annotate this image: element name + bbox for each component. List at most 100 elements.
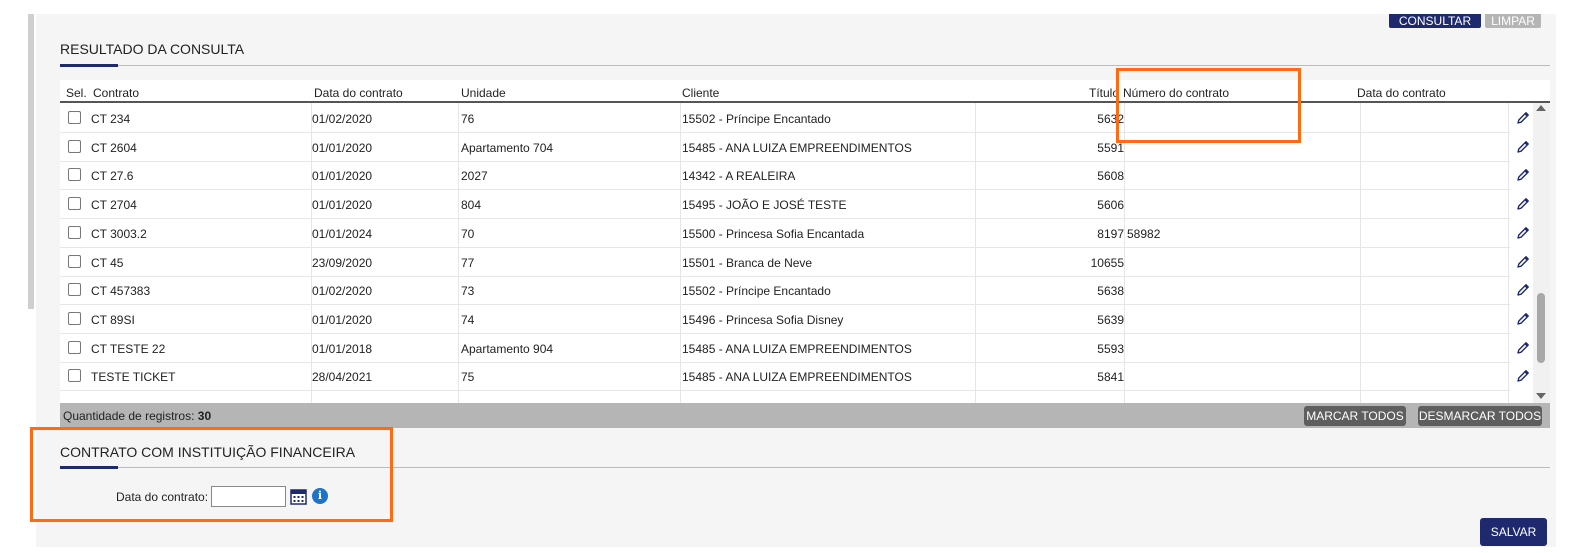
grid-scrollbar[interactable] (1533, 103, 1550, 403)
cell-cliente: 15485 - ANA LUIZA EMPREENDIMENTOS (682, 140, 912, 155)
cell-unidade: 77 (461, 255, 475, 270)
cell-unidade: Apartamento 704 (461, 140, 554, 155)
cell-titulo: 5632 (1097, 112, 1124, 126)
row-checkbox[interactable] (68, 111, 81, 124)
cell-cliente: 15485 - ANA LUIZA EMPREENDIMENTOS (682, 341, 912, 356)
header-contrato[interactable]: Contrato (93, 86, 139, 100)
cell-contrato: CT 3003.2 (91, 226, 147, 241)
row-checkbox[interactable] (68, 254, 81, 268)
limpar-button[interactable]: LIMPAR (1485, 14, 1541, 28)
table-row[interactable]: CT 3003.2 01/01/2024 70 15500 - Princesa So… (60, 219, 1529, 248)
cell-cliente: 14342 - A REALEIRA (682, 169, 796, 184)
left-scroll-track (28, 14, 34, 309)
cell-data-contrato: 28/04/2021 (312, 370, 373, 385)
cell-titulo: 10655 (1090, 255, 1124, 270)
edit-pencil-icon[interactable] (1515, 139, 1531, 155)
cell-contrato: CT 234 (91, 112, 131, 126)
row-checkbox[interactable] (68, 311, 81, 325)
cell-unidade: 76 (461, 112, 475, 126)
grid-header: Sel. Contrato Data do contrato Unidade C… (60, 80, 1550, 103)
result-grid: Sel. Contrato Data do contrato Unidade C… (60, 80, 1550, 428)
cell-unidade: 74 (461, 312, 475, 327)
highlight-numero-contrato (1116, 68, 1301, 143)
header-unidade[interactable]: Unidade (461, 86, 506, 100)
salvar-button[interactable]: SALVAR (1480, 518, 1547, 546)
header-cliente[interactable]: Cliente (682, 86, 719, 100)
cell-contrato: CT 2604 (91, 140, 137, 155)
header-sel[interactable]: Sel. (66, 86, 87, 100)
edit-pencil-icon[interactable] (1515, 254, 1531, 270)
row-checkbox[interactable] (68, 225, 81, 239)
edit-pencil-icon[interactable] (1515, 167, 1531, 183)
scroll-down-arrow-icon[interactable] (1536, 393, 1546, 399)
cell-unidade: 75 (461, 370, 475, 385)
cell-titulo: 5591 (1097, 140, 1124, 155)
cell-contrato: CT 27.6 (91, 169, 134, 184)
cell-data-contrato: 01/02/2020 (312, 112, 373, 126)
cell-contrato: CT TESTE 22 (91, 341, 166, 356)
row-checkbox[interactable] (68, 139, 81, 153)
scroll-up-arrow-icon[interactable] (1536, 105, 1546, 111)
edit-pencil-icon[interactable] (1515, 340, 1531, 356)
cell-contrato: CT 89SI (91, 312, 135, 327)
row-checkbox[interactable] (68, 340, 81, 354)
cell-cliente: 15485 - ANA LUIZA EMPREENDIMENTOS (682, 370, 912, 385)
record-count-label: Quantidade de registros: (63, 409, 195, 423)
cell-data-contrato: 23/09/2020 (312, 255, 373, 270)
result-section-accent (60, 64, 118, 67)
cell-data-contrato: 01/01/2020 (312, 140, 373, 155)
grid-footer: Quantidade de registros: 30 MARCAR TODOS… (60, 403, 1550, 428)
row-checkbox[interactable] (68, 369, 81, 383)
row-checkbox[interactable] (68, 197, 81, 211)
cell-cliente: 15495 - JOÃO E JOSÉ TESTE (682, 198, 847, 213)
cell-contrato: TESTE TICKET (91, 370, 176, 385)
cell-data-contrato: 01/02/2020 (312, 284, 373, 299)
desmarcar-todos-button[interactable]: DESMARCAR TODOS (1418, 406, 1542, 426)
cell-titulo: 5639 (1097, 312, 1124, 327)
consultar-button[interactable]: CONSULTAR (1389, 14, 1481, 28)
cell-titulo: 5593 (1097, 341, 1124, 356)
scroll-thumb[interactable] (1537, 293, 1545, 363)
table-row[interactable]: CT 89SI 01/01/2020 74 15496 - Princesa Sofi… (60, 305, 1529, 334)
cell-data-contrato: 01/01/2020 (312, 312, 373, 327)
table-row[interactable]: CT 2704 01/01/2020 804 15495 - JOÃO E JOSÉ … (60, 190, 1529, 220)
cell-data-contrato: 01/01/2018 (312, 341, 373, 356)
cell-cliente: 15496 - Princesa Sofia Disney (682, 312, 844, 327)
record-count: Quantidade de registros: 30 (63, 409, 211, 423)
table-row[interactable]: CT TESTE 22 01/01/2018 Apartamento 904 1548… (60, 334, 1529, 363)
cell-contrato: CT 45 (91, 255, 124, 270)
row-checkbox[interactable] (68, 283, 81, 297)
table-row[interactable]: TESTE TICKET 28/04/2021 75 15485 - ANA LUIZ… (60, 362, 1529, 392)
cell-cliente: 15502 - Príncipe Encantado (682, 112, 831, 126)
cell-unidade: 804 (461, 198, 482, 213)
result-section-line (60, 65, 1550, 66)
cell-cliente: 15500 - Princesa Sofia Encantada (682, 226, 865, 241)
cell-unidade: 73 (461, 284, 475, 299)
cell-contrato: CT 457383 (91, 284, 151, 299)
table-row[interactable]: CT 457383 01/02/2020 73 15502 - Príncipe En… (60, 276, 1529, 306)
cell-titulo: 5841 (1097, 370, 1124, 385)
result-section-title: RESULTADO DA CONSULTA (60, 41, 245, 57)
table-row[interactable]: CT 45 23/09/2020 77 15501 - Branca de Neve 1… (60, 248, 1529, 277)
cell-titulo: 8197 (1097, 226, 1124, 241)
edit-pencil-icon[interactable] (1515, 282, 1531, 298)
edit-pencil-icon[interactable] (1515, 110, 1531, 126)
edit-pencil-icon[interactable] (1515, 225, 1531, 241)
row-checkbox[interactable] (68, 168, 81, 182)
edit-pencil-icon[interactable] (1515, 311, 1531, 327)
cell-titulo: 5638 (1097, 284, 1124, 299)
header-data-contrato-2[interactable]: Data do contrato (1357, 86, 1446, 100)
edit-pencil-icon[interactable] (1515, 368, 1531, 384)
cell-unidade: 70 (461, 226, 475, 241)
cell-unidade: Apartamento 904 (461, 341, 554, 356)
cell-titulo: 5606 (1097, 198, 1124, 213)
cell-contrato: CT 2704 (91, 198, 137, 213)
table-row[interactable]: CT 27.6 01/01/2020 2027 14342 - A REALEIRA 5… (60, 161, 1529, 191)
marcar-todos-button[interactable]: MARCAR TODOS (1304, 406, 1406, 426)
cell-data-contrato: 01/01/2020 (312, 198, 373, 213)
edit-pencil-icon[interactable] (1515, 196, 1531, 212)
header-data-contrato[interactable]: Data do contrato (314, 86, 403, 100)
highlight-financial-section (30, 427, 393, 522)
cell-cliente: 15502 - Príncipe Encantado (682, 284, 831, 299)
cell-data-contrato: 01/01/2020 (312, 169, 373, 184)
